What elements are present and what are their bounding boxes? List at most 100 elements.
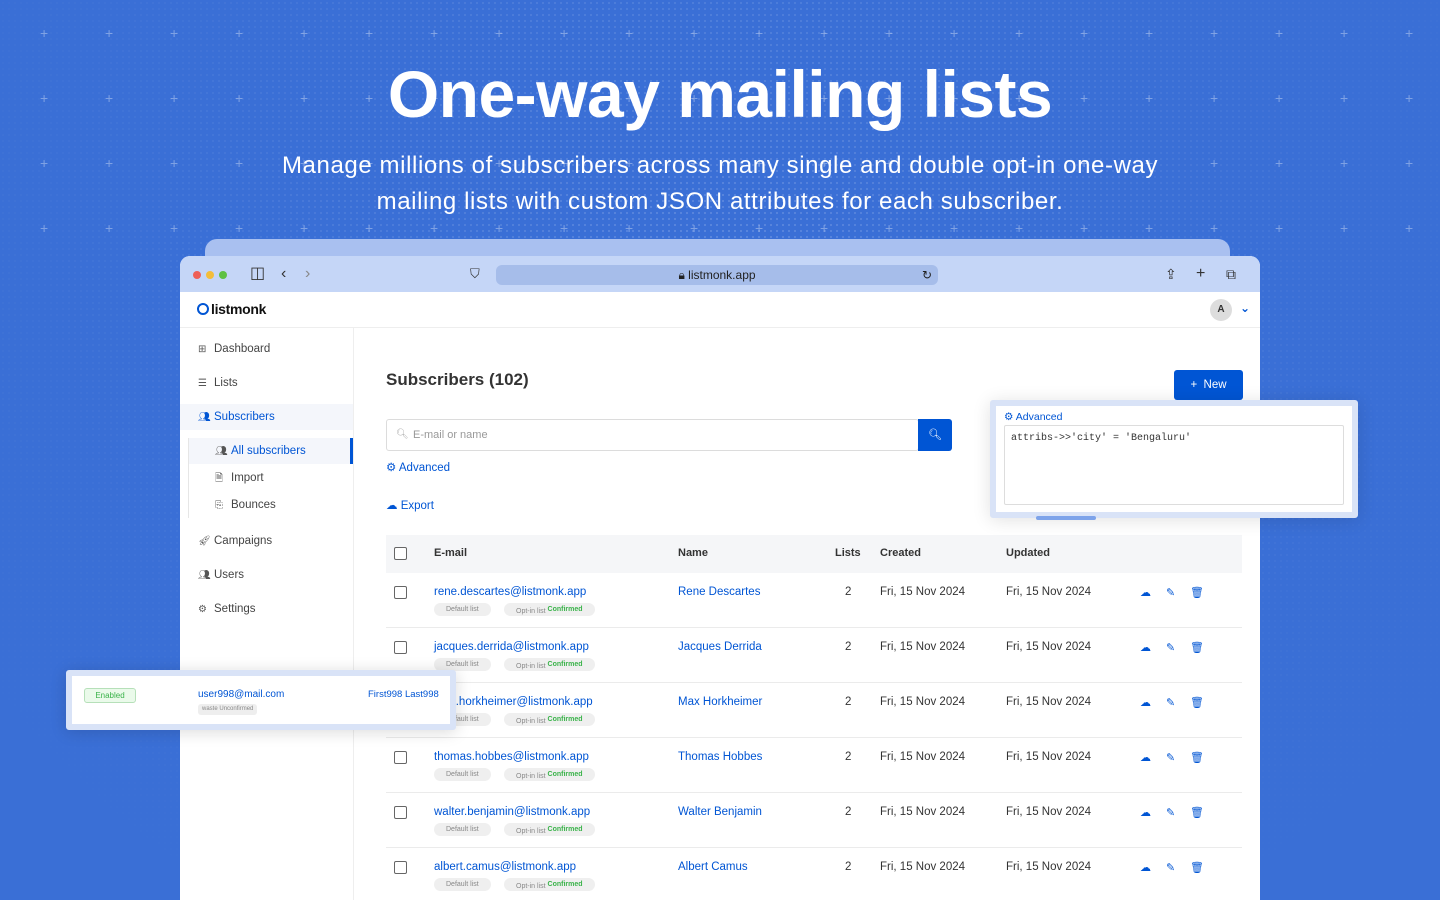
minimize-window-button[interactable]	[206, 271, 214, 279]
trash-icon[interactable]: 🗑︎	[1190, 641, 1204, 654]
subscriber-email-link[interactable]: max.horkheimer@listmonk.app	[434, 696, 593, 708]
edit-icon[interactable]: ✎	[1166, 806, 1175, 819]
maximize-window-button[interactable]	[219, 271, 227, 279]
subscriber-email-link[interactable]: walter.benjamin@listmonk.app	[434, 806, 590, 818]
subscriber-email-link[interactable]: thomas.hobbes@listmonk.app	[434, 751, 589, 763]
sidebar-item-lists[interactable]: ☰ Lists	[180, 370, 353, 396]
logo-icon	[197, 303, 209, 315]
trash-icon[interactable]: 🗑︎	[1190, 751, 1204, 764]
subscriber-email-link[interactable]: albert.camus@listmonk.app	[434, 861, 576, 873]
subscriber-email-link[interactable]: user998@mail.com	[198, 689, 284, 700]
table-row: walter.benjamin@listmonk.app Default list…	[386, 793, 1242, 848]
hero-subtitle: Manage millions of subscribers across ma…	[281, 152, 1159, 215]
subscriber-name-link[interactable]: Albert Camus	[678, 861, 748, 873]
trash-icon[interactable]: 🗑︎	[1190, 696, 1204, 709]
table-header: E-mail Name Lists Created Updated	[386, 535, 1242, 573]
cloud-download-icon[interactable]: ☁	[1140, 641, 1151, 654]
gear-icon: ⚙	[1004, 411, 1014, 423]
cloud-download-icon[interactable]: ☁	[1140, 696, 1151, 709]
avatar[interactable]: A	[1210, 299, 1232, 321]
updated-date: Fri, 15 Nov 2024	[1006, 751, 1092, 763]
cloud-download-icon[interactable]: ☁	[1140, 806, 1151, 819]
edit-icon[interactable]: ✎	[1166, 696, 1175, 709]
list-tag: Opt-in list Confirmed	[504, 768, 595, 781]
address-bar[interactable]: 🔒︎ listmonk.app ↻	[496, 265, 938, 285]
shield-icon[interactable]: ⛉	[470, 265, 480, 283]
rocket-icon: 🚀︎	[198, 536, 211, 547]
cloud-download-icon[interactable]: ☁	[1140, 861, 1151, 874]
lists-count: 2	[845, 861, 852, 873]
edit-icon[interactable]: ✎	[1166, 861, 1175, 874]
column-header-updated[interactable]: Updated	[1006, 547, 1050, 559]
subscriber-name-link[interactable]: First998 Last998	[368, 689, 439, 700]
column-header-email[interactable]: E-mail	[434, 547, 467, 559]
list-tag-label: Opt-in list	[516, 773, 546, 780]
subscriber-email-link[interactable]: rene.descartes@listmonk.app	[434, 586, 586, 598]
search-button[interactable]: 🔍︎	[918, 419, 952, 451]
edit-icon[interactable]: ✎	[1166, 751, 1175, 764]
advanced-query-link[interactable]: ⚙ Advanced	[386, 460, 450, 474]
edit-icon[interactable]: ✎	[1166, 586, 1175, 599]
search-input[interactable]: 🔍︎ E-mail or name	[386, 419, 919, 451]
edit-icon[interactable]: ✎	[1166, 641, 1175, 654]
trash-icon[interactable]: 🗑︎	[1190, 806, 1204, 819]
sidebar-item-subscribers[interactable]: 👥︎ Subscribers	[180, 404, 353, 430]
updated-date: Fri, 15 Nov 2024	[1006, 696, 1092, 708]
select-all-checkbox[interactable]	[394, 547, 407, 560]
advanced-query-textarea[interactable]: attribs->>'city' = 'Bengaluru'	[1004, 425, 1344, 505]
list-tag-label: Opt-in list	[516, 828, 546, 835]
advanced-panel-label: ⚙ Advanced	[1004, 411, 1062, 423]
sidebar-item-import[interactable]: 🗎︎ Import	[189, 465, 353, 491]
row-checkbox[interactable]	[394, 861, 407, 874]
table-row: jacques.derrida@listmonk.app Default list…	[386, 628, 1242, 683]
cloud-download-icon[interactable]: ☁	[1140, 586, 1151, 599]
created-date: Fri, 15 Nov 2024	[880, 806, 966, 818]
chevron-down-icon[interactable]: ⌄	[1240, 301, 1250, 315]
sidebar-item-users[interactable]: 👥︎ Users	[180, 562, 353, 588]
subscriber-name-link[interactable]: Max Horkheimer	[678, 696, 762, 708]
row-checkbox[interactable]	[394, 751, 407, 764]
subscriber-name-link[interactable]: Thomas Hobbes	[678, 751, 762, 763]
new-tab-icon[interactable]: +	[1196, 265, 1205, 283]
column-header-name[interactable]: Name	[678, 547, 708, 559]
sidebar-item-dashboard[interactable]: ⊞ Dashboard	[180, 336, 353, 362]
sidebar-item-label: Users	[214, 569, 245, 581]
table-row: thomas.hobbes@listmonk.app Default list Op…	[386, 738, 1242, 793]
export-link[interactable]: ☁ Export	[386, 498, 434, 512]
row-checkbox[interactable]	[394, 641, 407, 654]
sidebar-item-campaigns[interactable]: 🚀︎ Campaigns	[180, 528, 353, 554]
new-subscriber-button[interactable]: + New	[1174, 370, 1243, 400]
back-icon[interactable]: ‹	[281, 265, 286, 283]
list-tag: Opt-in list Confirmed	[504, 658, 595, 671]
sidebar-item-bounces[interactable]: ⎘ Bounces	[189, 492, 353, 518]
column-header-created[interactable]: Created	[880, 547, 921, 559]
reload-icon[interactable]: ↻	[922, 265, 932, 285]
list-tag-label: Default list	[446, 661, 479, 668]
created-date: Fri, 15 Nov 2024	[880, 641, 966, 653]
list-tag-status: Confirmed	[547, 606, 583, 613]
subscriber-name-link[interactable]: Jacques Derrida	[678, 641, 762, 653]
forward-icon[interactable]: ›	[305, 265, 310, 283]
created-date: Fri, 15 Nov 2024	[880, 861, 966, 873]
sidebar-item-all-subscribers[interactable]: 👥︎ All subscribers	[189, 438, 353, 464]
cloud-download-icon[interactable]: ☁	[1140, 751, 1151, 764]
subscriber-name-link[interactable]: Walter Benjamin	[678, 806, 762, 818]
tabs-overview-icon[interactable]: ⧉	[1226, 265, 1236, 283]
row-checkbox[interactable]	[394, 806, 407, 819]
subscriber-name-link[interactable]: Rene Descartes	[678, 586, 760, 598]
sidebar-item-settings[interactable]: ⚙ Settings	[180, 596, 353, 622]
sidebar-item-label: All subscribers	[231, 445, 306, 457]
users-icon: 👥︎	[198, 570, 211, 581]
updated-date: Fri, 15 Nov 2024	[1006, 861, 1092, 873]
share-icon[interactable]: ⇪	[1165, 265, 1177, 283]
close-window-button[interactable]	[193, 271, 201, 279]
sidebar-item-label: Campaigns	[214, 535, 273, 547]
logo[interactable]: listmonk	[197, 301, 266, 317]
column-header-lists[interactable]: Lists	[835, 547, 861, 559]
subscriber-email-link[interactable]: jacques.derrida@listmonk.app	[434, 641, 589, 653]
row-checkbox[interactable]	[394, 586, 407, 599]
sidebar-toggle-icon[interactable]: ◫	[250, 265, 265, 283]
trash-icon[interactable]: 🗑︎	[1190, 586, 1204, 599]
trash-icon[interactable]: 🗑︎	[1190, 861, 1204, 874]
lists-count: 2	[845, 806, 852, 818]
